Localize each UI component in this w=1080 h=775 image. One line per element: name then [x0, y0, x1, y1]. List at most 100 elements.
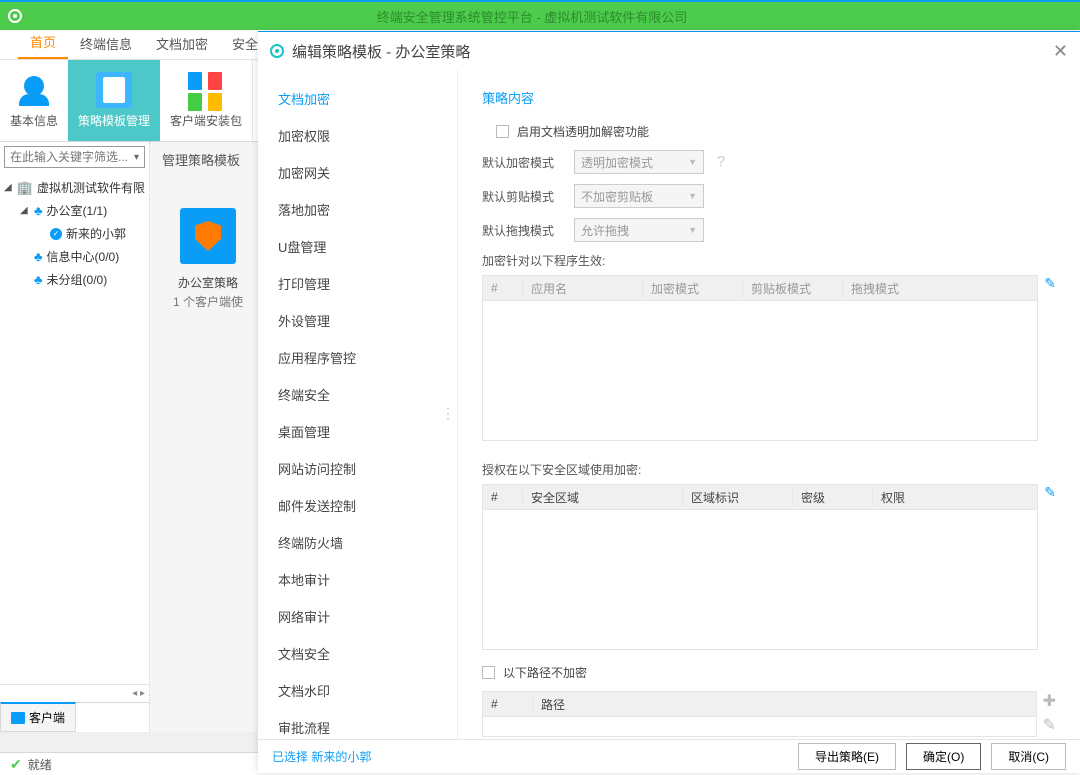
tab-terminal-info[interactable]: 终端信息 — [68, 28, 144, 59]
tree-user-label: 新来的小郭 — [66, 225, 126, 242]
clipboard-mode-select[interactable]: 不加密剪贴板 ▼ — [574, 184, 704, 208]
program-grid-body[interactable] — [482, 301, 1038, 441]
tree-info-center[interactable]: ♣ 信息中心(0/0) — [4, 245, 145, 268]
chevron-down-icon: ▼ — [688, 191, 697, 201]
status-check-icon: ✔ — [10, 756, 22, 773]
nav-approval-flow[interactable]: 审批流程 — [258, 709, 457, 739]
policy-card-icon — [180, 208, 236, 264]
modal-content: 策略内容 启用文档透明加解密功能 默认加密模式 透明加密模式 ▼ ? 默认剪贴模… — [458, 70, 1080, 739]
modal-nav: 文档加密 加密权限 加密网关 落地加密 U盘管理 打印管理 外设管理 应用程序管… — [258, 70, 458, 739]
tree-user[interactable]: ✓ 新来的小郭 — [4, 222, 145, 245]
tree-office[interactable]: ◢ ♣ 办公室(1/1) — [4, 199, 145, 222]
nav-encrypt-perm[interactable]: 加密权限 — [258, 117, 457, 154]
tree-info-center-label: 信息中心(0/0) — [47, 248, 120, 265]
col-perm: 权限 — [873, 489, 1037, 506]
nav-local-audit[interactable]: 本地审计 — [258, 561, 457, 598]
zone-grid-body[interactable] — [482, 510, 1038, 650]
group-icon: ♣ — [34, 272, 43, 287]
zone-list-label: 授权在以下安全区域使用加密: — [482, 461, 1056, 478]
edit-policy-modal: 编辑策略模板 - 办公室策略 ✕ 文档加密 加密权限 加密网关 落地加密 U盘管… — [258, 32, 1080, 773]
caret-icon[interactable]: ◢ — [4, 182, 13, 193]
search-dropdown-icon[interactable]: ▾ — [134, 152, 139, 163]
edit-programs-button[interactable]: ✎ — [1044, 275, 1056, 292]
col-encrypt-mode: 加密模式 — [643, 280, 743, 297]
nav-overflow-icon[interactable]: ⋮ — [441, 405, 453, 422]
left-sidebar: ▾ ◢ 🏢 虚拟机测试软件有限 ◢ ♣ 办公室(1/1) ✓ 新来的小郭 ♣ 信… — [0, 142, 150, 732]
nav-doc-security[interactable]: 文档安全 — [258, 635, 457, 672]
group-icon: ♣ — [34, 203, 43, 218]
nav-encrypt-gateway[interactable]: 加密网关 — [258, 154, 457, 191]
path-exclude-checkbox[interactable] — [482, 666, 495, 679]
edit-path-button[interactable]: ✎ — [1043, 715, 1056, 735]
left-tab-client[interactable]: 客户端 — [0, 702, 76, 732]
ribbon-basic-info[interactable]: 基本信息 — [0, 60, 68, 141]
nav-doc-encrypt[interactable]: 文档加密 — [258, 80, 457, 117]
encrypt-mode-select[interactable]: 透明加密模式 ▼ — [574, 150, 704, 174]
tree-root[interactable]: ◢ 🏢 虚拟机测试软件有限 — [4, 176, 145, 199]
modal-close-button[interactable]: ✕ — [1053, 41, 1068, 62]
left-tab-client-label: 客户端 — [29, 709, 65, 726]
row1-label: 默认加密模式 — [482, 154, 566, 171]
nav-network-audit[interactable]: 网络审计 — [258, 598, 457, 635]
org-icon: 🏢 — [17, 180, 33, 196]
nav-terminal-security[interactable]: 终端安全 — [258, 376, 457, 413]
edit-zones-button[interactable]: ✎ — [1044, 484, 1056, 501]
nav-app-control[interactable]: 应用程序管控 — [258, 339, 457, 376]
section-title: 策略内容 — [482, 88, 1056, 107]
app-title: 终端安全管理系统管控平台 - 虚拟机测试软件有限公司 — [377, 7, 688, 26]
group-icon: ♣ — [34, 249, 43, 264]
tab-home[interactable]: 首页 — [18, 26, 68, 59]
nav-desktop-mgmt[interactable]: 桌面管理 — [258, 413, 457, 450]
nav-usb-mgmt[interactable]: U盘管理 — [258, 228, 457, 265]
ribbon-basic-info-label: 基本信息 — [10, 112, 58, 129]
monitor-icon — [11, 712, 25, 724]
nav-landing-encrypt[interactable]: 落地加密 — [258, 191, 457, 228]
org-tree: ◢ 🏢 虚拟机测试软件有限 ◢ ♣ 办公室(1/1) ✓ 新来的小郭 ♣ 信息中… — [0, 172, 149, 684]
col-zone: 安全区域 — [523, 489, 683, 506]
drag-mode-value: 允许拖拽 — [581, 222, 629, 239]
nav-doc-watermark[interactable]: 文档水印 — [258, 672, 457, 709]
ribbon-policy-mgmt[interactable]: 策略模板管理 — [68, 60, 160, 141]
col-hash: # — [483, 281, 523, 295]
program-grid-header: # 应用名 加密模式 剪贴板模式 拖拽模式 — [482, 275, 1038, 301]
path-grid-body[interactable] — [482, 717, 1037, 737]
help-icon[interactable]: ? — [712, 153, 730, 171]
tree-unassigned[interactable]: ♣ 未分组(0/0) — [4, 268, 145, 291]
status-text: 就绪 — [28, 756, 52, 773]
tab-doc-encrypt[interactable]: 文档加密 — [144, 28, 220, 59]
path-exclude-label: 以下路径不加密 — [503, 664, 587, 681]
ribbon-client-pkg[interactable]: 客户端安装包 — [160, 60, 252, 141]
grid-icon — [188, 72, 224, 108]
modal-titlebar: 编辑策略模板 - 办公室策略 ✕ — [258, 32, 1080, 70]
policy-card-subtitle: 1 个客户端使 — [170, 293, 246, 310]
col-clipboard-mode: 剪贴板模式 — [743, 280, 843, 297]
col-drag-mode: 拖拽模式 — [843, 280, 1037, 297]
tree-unassigned-label: 未分组(0/0) — [47, 271, 108, 288]
path-grid-header: # 路径 — [482, 691, 1037, 717]
modal-title: 编辑策略模板 - 办公室策略 — [292, 41, 470, 62]
export-policy-button[interactable]: 导出策略(E) — [798, 743, 896, 770]
col-level: 密级 — [793, 489, 873, 506]
nav-web-access[interactable]: 网站访问控制 — [258, 450, 457, 487]
zone-grid-header: # 安全区域 区域标识 密级 权限 — [482, 484, 1038, 510]
enable-encrypt-checkbox[interactable] — [496, 125, 509, 138]
search-field[interactable] — [10, 150, 134, 164]
add-path-button[interactable]: ✚ — [1043, 691, 1056, 711]
drag-mode-select[interactable]: 允许拖拽 ▼ — [574, 218, 704, 242]
ok-button[interactable]: 确定(O) — [906, 743, 981, 770]
caret-icon[interactable]: ◢ — [20, 205, 30, 216]
row3-label: 默认拖拽模式 — [482, 222, 566, 239]
nav-firewall[interactable]: 终端防火墙 — [258, 524, 457, 561]
tree-search-input[interactable]: ▾ — [4, 146, 145, 168]
tree-hscroll[interactable]: ◂ ▸ — [0, 684, 149, 702]
col-hash: # — [483, 697, 533, 711]
nav-peripheral-mgmt[interactable]: 外设管理 — [258, 302, 457, 339]
document-icon — [96, 72, 132, 108]
nav-print-mgmt[interactable]: 打印管理 — [258, 265, 457, 302]
cancel-button[interactable]: 取消(C) — [991, 743, 1066, 770]
row2-label: 默认剪贴模式 — [482, 188, 566, 205]
ribbon-client-pkg-label: 客户端安装包 — [170, 112, 242, 129]
col-zone-id: 区域标识 — [683, 489, 793, 506]
nav-mail-control[interactable]: 邮件发送控制 — [258, 487, 457, 524]
policy-card[interactable]: 办公室策略 1 个客户端使 — [170, 208, 246, 310]
